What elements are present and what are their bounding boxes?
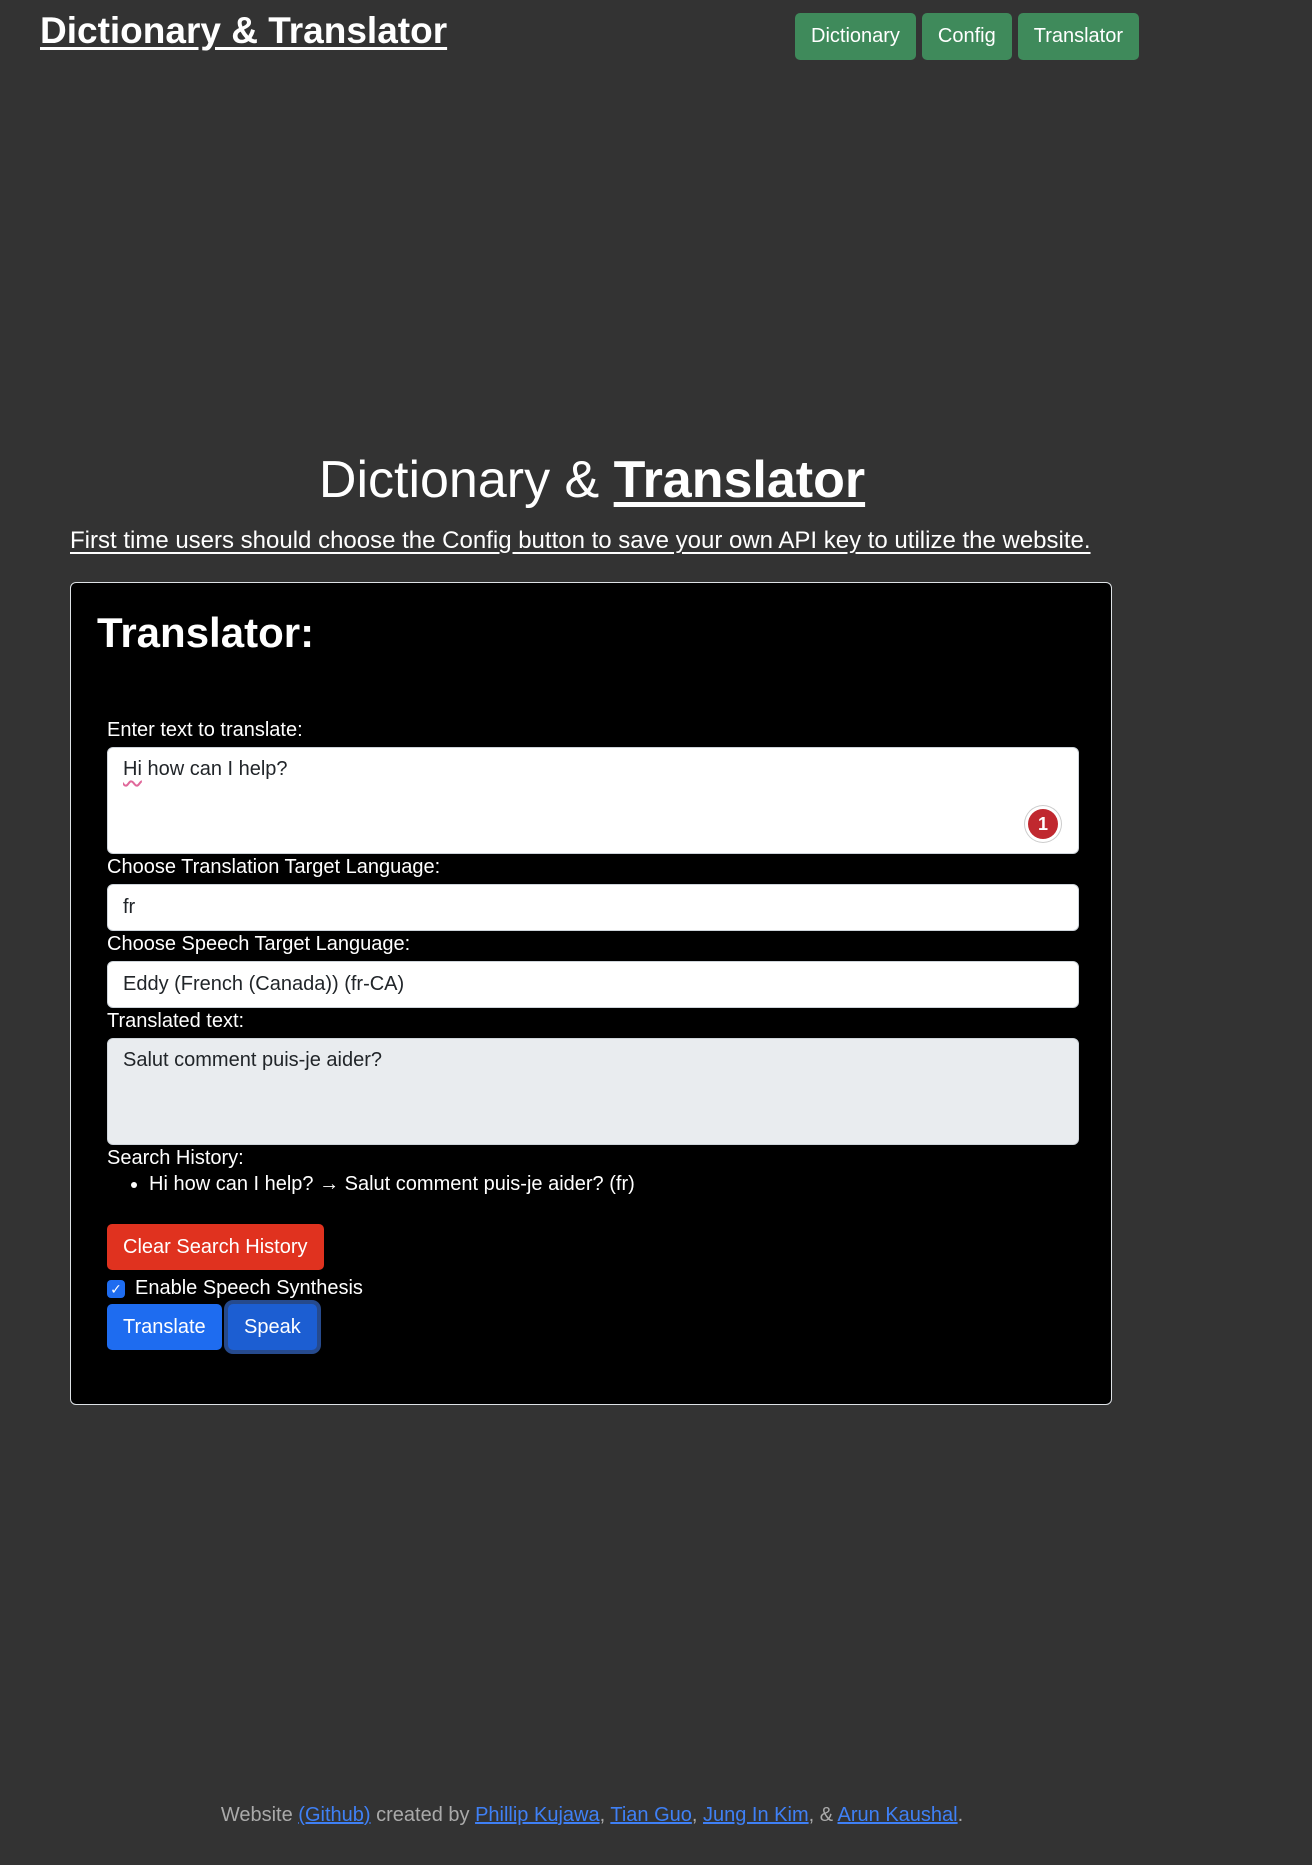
config-notice: First time users should choose the Confi… — [70, 527, 1091, 554]
search-history-list: Hi how can I help? → Salut comment puis-… — [109, 1173, 635, 1196]
checkbox-checked-icon[interactable]: ✓ — [107, 1279, 125, 1298]
translate-button[interactable]: Translate — [107, 1304, 222, 1350]
translator-title: Translator: — [97, 609, 315, 656]
speech-synthesis-toggle[interactable]: ✓ Enable Speech Synthesis — [107, 1277, 363, 1300]
footer-separator: , & — [808, 1804, 838, 1826]
search-history-item: Hi how can I help? → Salut comment puis-… — [149, 1173, 635, 1196]
grammar-badge-icon[interactable]: 1 — [1028, 809, 1058, 839]
clear-history-button[interactable]: Clear Search History — [107, 1224, 324, 1270]
target-language-input[interactable]: fr — [107, 884, 1079, 931]
footer: Website (Github) created by Phillip Kuja… — [0, 1804, 1184, 1827]
speech-language-label: Choose Speech Target Language: — [107, 933, 411, 955]
footer-suffix: . — [957, 1804, 964, 1826]
translator-card: Translator: Enter text to translate: Hi … — [70, 582, 1112, 1405]
spellcheck-flagged-word: Hi — [123, 758, 142, 780]
speak-button[interactable]: Speak — [228, 1304, 317, 1350]
author-link-kujawa[interactable]: Phillip Kujawa — [475, 1804, 600, 1826]
target-language-label: Choose Translation Target Language: — [107, 856, 441, 878]
github-link[interactable]: (Github) — [298, 1804, 370, 1826]
page-title-underlined: Translator — [613, 451, 866, 509]
author-link-kaushal[interactable]: Arun Kaushal — [838, 1804, 958, 1826]
top-nav: Dictionary Config Translator — [795, 13, 1140, 60]
page-title-plain: Dictionary & — [318, 451, 614, 509]
translated-text-output[interactable]: Salut comment puis-je aider? — [107, 1038, 1079, 1145]
input-label: Enter text to translate: — [107, 719, 303, 741]
speech-language-select[interactable]: Eddy (French (Canada)) (fr-CA) — [107, 961, 1079, 1008]
nav-dictionary-button[interactable]: Dictionary — [795, 13, 916, 60]
footer-separator: , — [691, 1804, 703, 1826]
translated-text-label: Translated text: — [107, 1010, 245, 1032]
footer-prefix: Website — [220, 1804, 299, 1826]
page-title: Dictionary & Translator — [0, 450, 1184, 510]
nav-translator-button[interactable]: Translator — [1017, 13, 1140, 60]
author-link-kim[interactable]: Jung In Kim — [703, 1804, 809, 1826]
translate-input[interactable]: Hi how can I help? 1 — [107, 747, 1079, 854]
author-link-guo[interactable]: Tian Guo — [610, 1804, 692, 1826]
footer-separator: , — [599, 1804, 611, 1826]
speech-synthesis-label: Enable Speech Synthesis — [135, 1277, 363, 1299]
input-text: how can I help? — [141, 758, 288, 780]
nav-config-button[interactable]: Config — [921, 13, 1012, 60]
search-history-label: Search History: — [107, 1147, 244, 1169]
footer-created-by: created by — [370, 1804, 476, 1826]
site-brand-link[interactable]: Dictionary & Translator — [40, 10, 447, 52]
